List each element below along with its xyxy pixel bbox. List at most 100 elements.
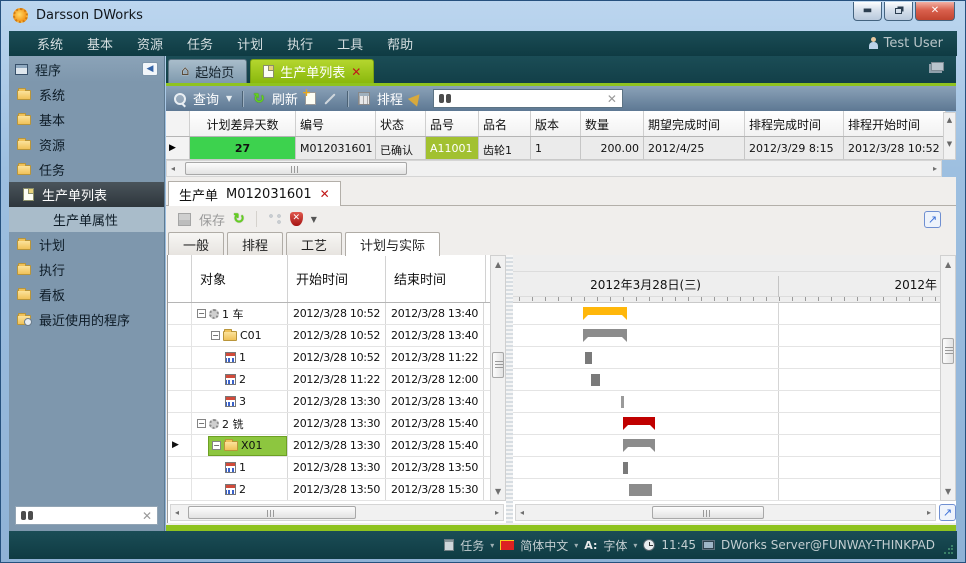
- tree-row-1[interactable]: 12012/3/28 10:522012/3/28 11:22: [168, 347, 506, 369]
- minimize-button[interactable]: ▬: [853, 2, 882, 21]
- restore-button[interactable]: [884, 2, 913, 21]
- scrollbar-thumb[interactable]: [188, 506, 356, 519]
- task-caret-icon[interactable]: ▾: [490, 541, 494, 550]
- gantt-bar[interactable]: [583, 329, 627, 337]
- gantt-vertical-scrollbar[interactable]: ▲ ▼: [940, 255, 956, 501]
- pane-splitter[interactable]: [506, 255, 513, 523]
- collapse-icon[interactable]: −: [197, 419, 206, 428]
- title-bar[interactable]: Darsson DWorks ▬ ✕: [1, 1, 965, 31]
- scroll-right-icon[interactable]: ▸: [933, 161, 937, 176]
- workflow-icon[interactable]: [268, 213, 282, 225]
- refresh-button[interactable]: 刷新: [272, 89, 298, 108]
- sidebar-item-生产单属性[interactable]: 生产单属性: [9, 207, 164, 232]
- order-document-tab[interactable]: 生产单 M012031601 ✕: [168, 181, 341, 206]
- scrollbar-thumb[interactable]: [652, 506, 764, 519]
- collapse-icon[interactable]: −: [212, 441, 221, 450]
- detail-tab-一般[interactable]: 一般: [168, 232, 224, 255]
- schedule-button[interactable]: 排程: [377, 89, 403, 108]
- tree-column-结束时间[interactable]: 结束时间: [386, 255, 486, 302]
- detail-tab-工艺[interactable]: 工艺: [286, 232, 342, 255]
- column-header-品号[interactable]: 品号: [426, 111, 479, 136]
- column-header-计划差异天数[interactable]: 计划差异天数: [190, 111, 296, 136]
- column-header-品名[interactable]: 品名: [479, 111, 531, 136]
- scroll-left-icon[interactable]: ◂: [175, 505, 179, 520]
- language-selector[interactable]: 简体中文: [520, 537, 568, 554]
- menu-item-工具[interactable]: 工具: [325, 31, 375, 56]
- menu-item-资源[interactable]: 资源: [125, 31, 175, 56]
- scroll-left-icon[interactable]: ◂: [171, 161, 175, 176]
- new-document-icon[interactable]: [305, 92, 316, 105]
- scroll-right-icon[interactable]: ▸: [927, 505, 931, 520]
- menu-item-系统[interactable]: 系统: [25, 31, 75, 56]
- menu-item-任务[interactable]: 任务: [175, 31, 225, 56]
- query-caret-icon[interactable]: ▼: [226, 94, 232, 103]
- sidebar-item-基本[interactable]: 基本: [9, 107, 164, 132]
- language-caret-icon[interactable]: ▾: [574, 541, 578, 550]
- detail-tab-排程[interactable]: 排程: [227, 232, 283, 255]
- gantt-bar[interactable]: [585, 352, 592, 364]
- shield-caret-icon[interactable]: ▼: [311, 215, 317, 224]
- tree-column-对象[interactable]: 对象: [192, 255, 288, 302]
- tree-row-2[interactable]: 22012/3/28 11:222012/3/28 12:00: [168, 369, 506, 391]
- popout-button[interactable]: ↗: [924, 211, 941, 228]
- orders-horizontal-scrollbar[interactable]: ◂ ▸: [166, 160, 942, 177]
- scroll-up-icon[interactable]: ▲: [944, 116, 955, 124]
- grid-search-box[interactable]: ✕: [433, 89, 623, 108]
- column-header-数量[interactable]: 数量: [581, 111, 644, 136]
- tree-row-2[interactable]: 22012/3/28 13:502012/3/28 15:30: [168, 479, 506, 501]
- clear-search-icon[interactable]: ✕: [607, 92, 617, 106]
- tree-vertical-scrollbar[interactable]: ▲ ▼: [490, 255, 506, 501]
- scrollbar-thumb[interactable]: [185, 162, 407, 175]
- column-header-状态[interactable]: 状态: [376, 111, 426, 136]
- sidebar-item-任务[interactable]: 任务: [9, 157, 164, 182]
- gantt-bar[interactable]: [583, 307, 627, 315]
- clear-search-icon[interactable]: ✕: [142, 509, 152, 523]
- user-indicator[interactable]: Test User: [868, 36, 943, 51]
- scroll-up-icon[interactable]: ▲: [495, 257, 501, 272]
- gantt-expand-button[interactable]: ↗: [939, 504, 956, 521]
- scrollbar-thumb[interactable]: [942, 338, 954, 364]
- tree-row-X01[interactable]: ▶−X012012/3/28 13:302012/3/28 15:40: [168, 435, 506, 457]
- menu-item-基本[interactable]: 基本: [75, 31, 125, 56]
- column-header-期望完成时间[interactable]: 期望完成时间: [644, 111, 745, 136]
- tree-row-3[interactable]: 32012/3/28 13:302012/3/28 13:40: [168, 391, 506, 413]
- edit-pencil-icon[interactable]: [324, 93, 335, 104]
- gantt-bar[interactable]: [623, 439, 655, 447]
- refresh-icon[interactable]: ↻: [233, 213, 245, 225]
- font-caret-icon[interactable]: ▾: [633, 541, 637, 550]
- sidebar-item-资源[interactable]: 资源: [9, 132, 164, 157]
- close-button[interactable]: ✕: [915, 2, 955, 21]
- column-header-版本[interactable]: 版本: [531, 111, 581, 136]
- menu-item-帮助[interactable]: 帮助: [375, 31, 425, 56]
- gantt-horizontal-scrollbar[interactable]: ◂ ▸: [515, 504, 936, 521]
- menu-item-计划[interactable]: 计划: [225, 31, 275, 56]
- menu-item-执行[interactable]: 执行: [275, 31, 325, 56]
- broom-icon[interactable]: [408, 90, 424, 106]
- close-tab-icon[interactable]: ✕: [351, 65, 361, 79]
- scroll-right-icon[interactable]: ▸: [495, 505, 499, 520]
- tab-起始页[interactable]: ⌂起始页: [168, 59, 247, 83]
- column-header-排程开始时间[interactable]: 排程开始时间: [844, 111, 946, 136]
- sidebar-item-系统[interactable]: 系统: [9, 82, 164, 107]
- sidebar-item-生产单列表[interactable]: 生产单列表: [9, 182, 164, 207]
- collapse-icon[interactable]: −: [211, 331, 220, 340]
- gantt-bar[interactable]: [623, 462, 628, 474]
- window-list-icon[interactable]: [931, 62, 944, 71]
- sidebar-item-计划[interactable]: 计划: [9, 232, 164, 257]
- sidebar-search-box[interactable]: ✕: [15, 506, 158, 525]
- security-shield-icon[interactable]: ✕: [290, 212, 303, 226]
- orders-grid-row[interactable]: ▶ 27M012031601已确认A11001齿轮11200.002012/4/…: [166, 137, 946, 160]
- scroll-up-icon[interactable]: ▲: [945, 257, 951, 272]
- tree-row-1 车[interactable]: −1 车2012/3/28 10:522012/3/28 13:40: [168, 303, 506, 325]
- tree-row-1[interactable]: 12012/3/28 13:302012/3/28 13:50: [168, 457, 506, 479]
- sidebar-collapse-button[interactable]: ◀: [142, 62, 158, 76]
- gantt-bar[interactable]: [629, 484, 652, 496]
- save-button[interactable]: 保存: [199, 210, 225, 229]
- task-menu[interactable]: 任务: [460, 537, 484, 554]
- scroll-down-icon[interactable]: ▼: [944, 140, 955, 148]
- sidebar-item-看板[interactable]: 看板: [9, 282, 164, 307]
- detail-tab-计划与实际[interactable]: 计划与实际: [345, 232, 440, 256]
- scroll-down-icon[interactable]: ▼: [495, 484, 501, 499]
- resize-grip[interactable]: [943, 545, 953, 555]
- tab-生产单列表[interactable]: 生产单列表✕: [250, 59, 374, 83]
